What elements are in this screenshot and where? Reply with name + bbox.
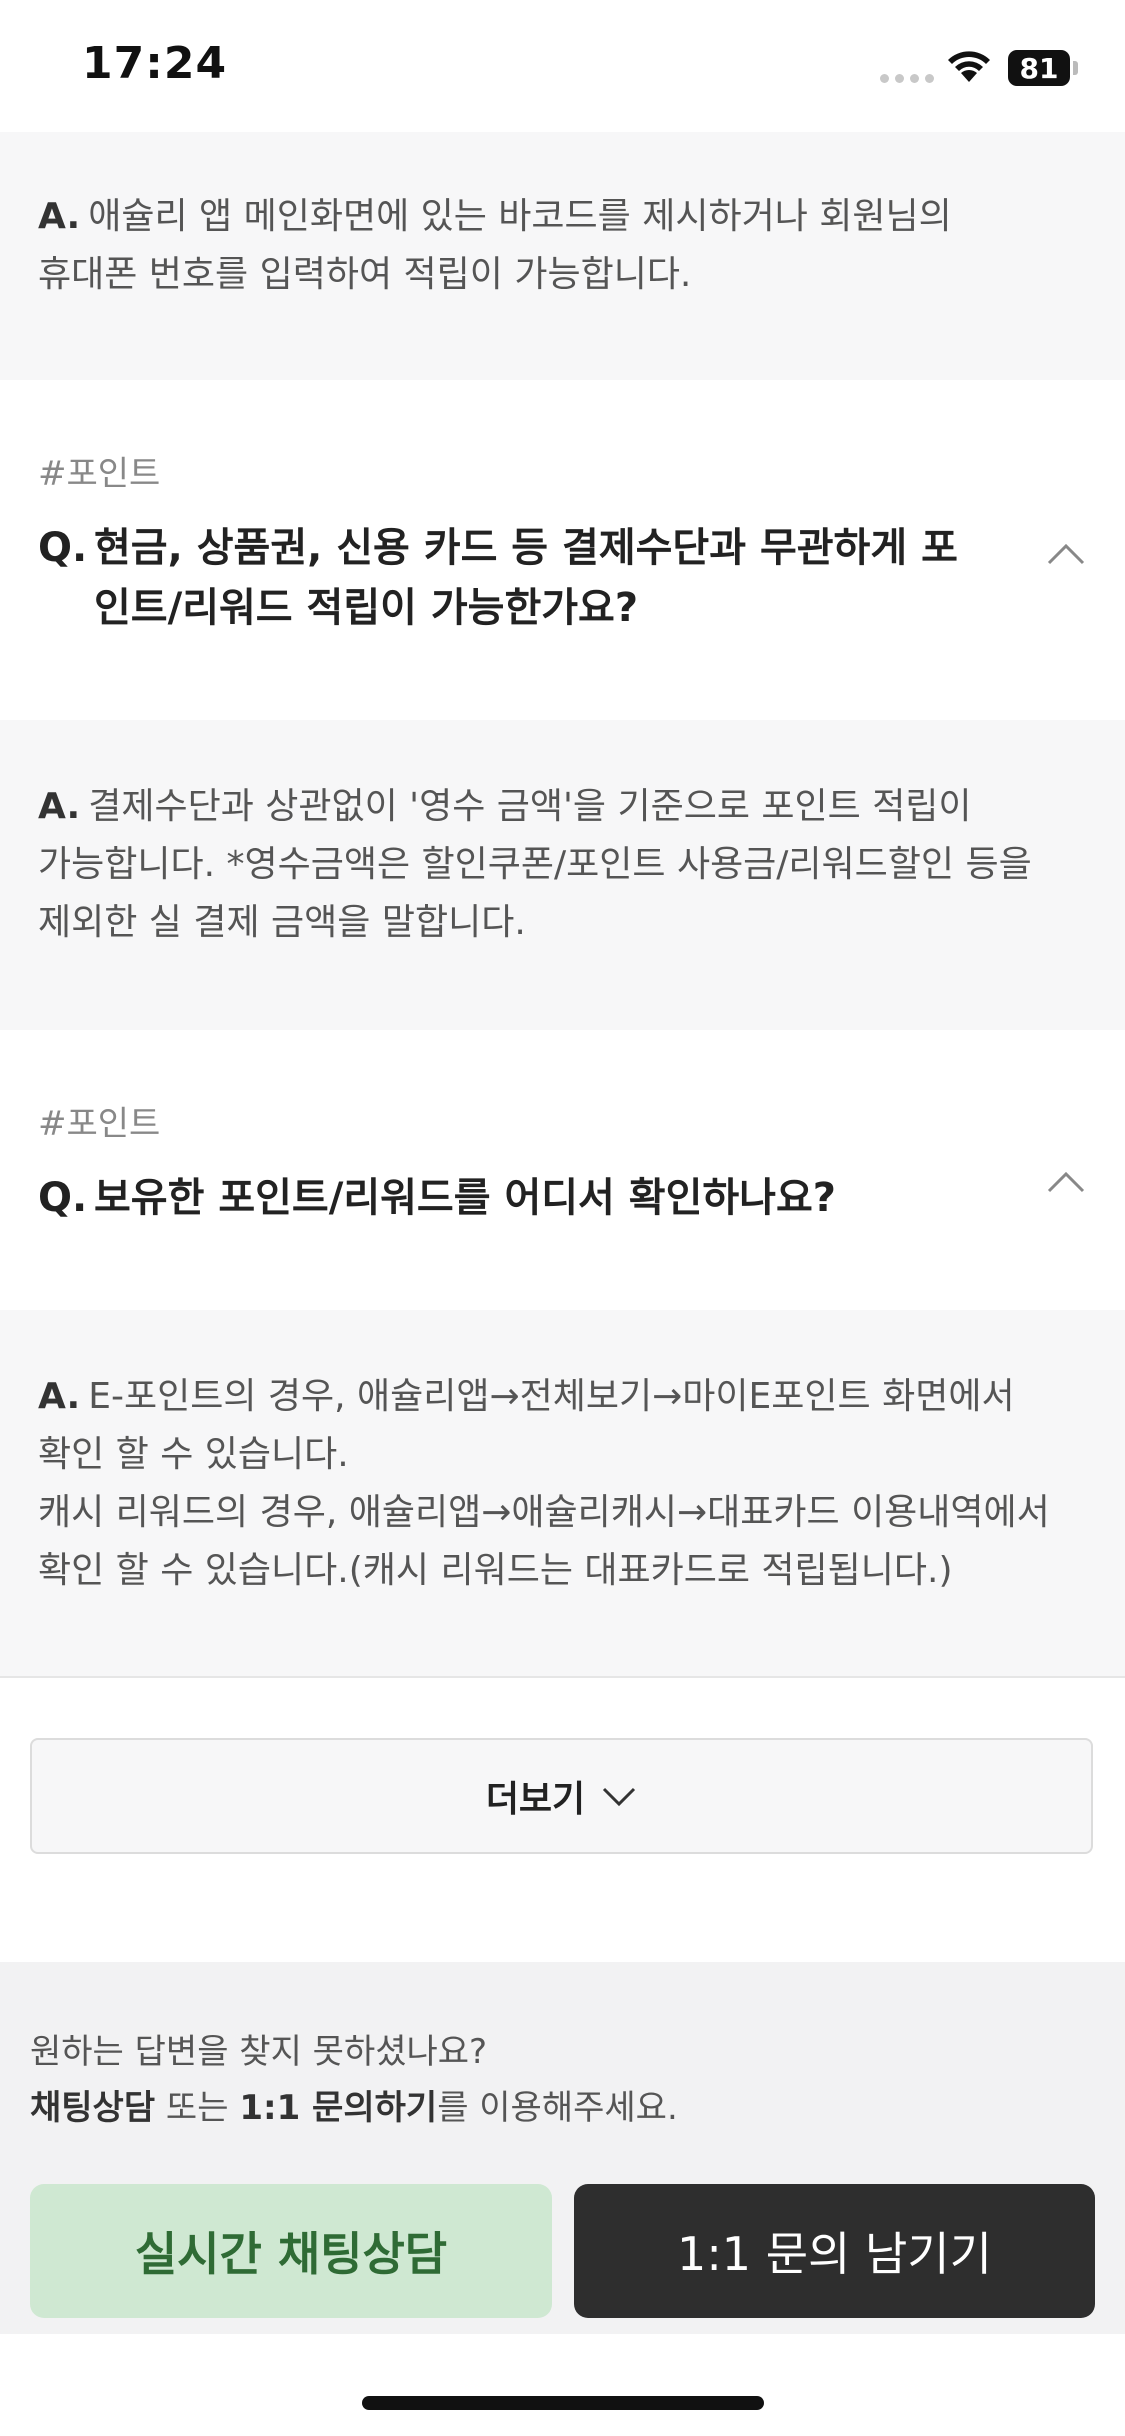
help-text-line1: 원하는 답변을 찾지 못하셨나요? [30,2032,488,2072]
status-time: 17:24 [82,38,228,89]
more-button[interactable]: 더보기 [30,1738,1093,1854]
help-text-line2: 채팅상담 또는 1:1 문의하기를 이용해주세요. [30,2088,678,2128]
cellular-signal-icon [880,74,934,83]
question-text: 현금, 상품권, 신용 카드 등 결제수단과 무관하게 포인트/리워드 적립이 … [94,525,958,631]
chat-word: 채팅상담 [30,2088,156,2128]
status-bar: 17:24 81 [0,0,1125,132]
answer-label: A. [38,196,81,237]
inquiry-button-label: 1:1 문의 남기기 [677,2227,992,2281]
live-chat-button-label: 실시간 채팅상담 [134,2227,448,2281]
faq-tag: #포인트 [38,1104,161,1144]
faq-tag: #포인트 [38,454,161,494]
question-label: Q. [38,525,88,571]
home-indicator[interactable] [362,2396,764,2410]
more-button-label: 더보기 [485,1779,586,1820]
chevron-down-icon [603,1787,636,1807]
chevron-up-icon[interactable] [1046,1170,1086,1194]
faq-question-2[interactable]: #포인트 Q. 현금, 상품권, 신용 카드 등 결제수단과 무관하게 포인트/… [0,380,1125,722]
live-chat-button[interactable]: 실시간 채팅상담 [30,2184,552,2318]
battery-icon: 81 [1008,50,1070,86]
question-text: 보유한 포인트/리워드를 어디서 확인하나요? [94,1175,836,1221]
faq-question-3[interactable]: #포인트 Q. 보유한 포인트/리워드를 어디서 확인하나요? [0,1030,1125,1312]
answer-text: 애슐리 앱 메인화면에 있는 바코드를 제시하거나 회원님의 휴대폰 번호를 입… [38,196,952,295]
answer-text: E-포인트의 경우, 애슐리앱→전체보기→마이E포인트 화면에서 확인 할 수 … [38,1376,1050,1591]
inquiry-button[interactable]: 1:1 문의 남기기 [574,2184,1095,2318]
faq-answer-2: A. 결제수단과 상관없이 '영수 금액'을 기준으로 포인트 적립이 가능합니다… [0,720,1125,1032]
chevron-up-icon[interactable] [1046,542,1086,566]
battery-tip [1073,61,1078,75]
faq-answer-3: A. E-포인트의 경우, 애슐리앱→전체보기→마이E포인트 화면에서 확인 할 … [0,1310,1125,1678]
question-label: Q. [38,1175,88,1221]
answer-text: 결제수단과 상관없이 '영수 금액'을 기준으로 포인트 적립이 가능합니다. … [38,786,1032,943]
wifi-icon [948,51,990,82]
answer-label: A. [38,1376,81,1417]
answer-label: A. [38,786,81,827]
faq-answer-1: A. 애슐리 앱 메인화면에 있는 바코드를 제시하거나 회원님의 휴대폰 번호를… [0,132,1125,382]
inquiry-word: 1:1 문의하기 [239,2088,438,2128]
